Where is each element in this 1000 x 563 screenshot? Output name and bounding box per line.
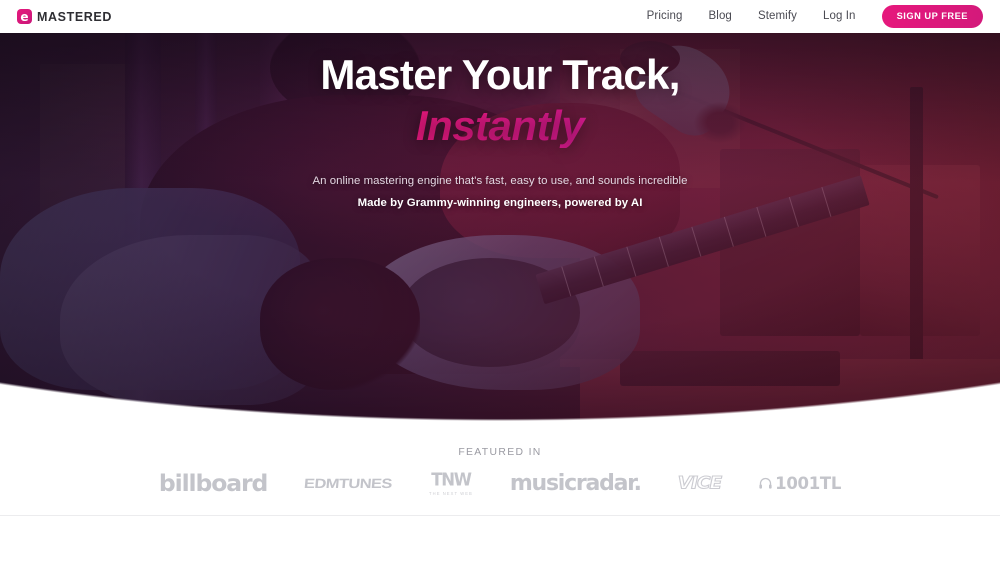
- press-logo-musicradar[interactable]: musicradar.: [510, 472, 642, 495]
- hero-section: Master Your Track, Instantly An online m…: [0, 33, 1000, 421]
- press-logo-billboard[interactable]: billboard: [159, 472, 268, 496]
- headphones-icon: [758, 476, 773, 491]
- press-logo-tnw-mark: TNW: [431, 469, 472, 490]
- nav-link-blog[interactable]: Blog: [709, 10, 732, 22]
- top-navigation-bar: e MASTERED Pricing Blog Stemify Log In S…: [0, 0, 1000, 33]
- nav-link-stemify[interactable]: Stemify: [758, 10, 797, 22]
- press-logo-edmtunes[interactable]: EDMTUNES: [304, 476, 393, 491]
- press-logo-1001tracklists-text: 1001TL: [775, 473, 842, 493]
- nav-link-pricing[interactable]: Pricing: [647, 10, 683, 22]
- press-logo-row: billboard EDMTUNES TNW THE NEXT WEB musi…: [0, 469, 1000, 496]
- press-logo-vice[interactable]: VICE: [677, 475, 723, 492]
- brand-name: MASTERED: [37, 9, 112, 24]
- sign-up-free-button[interactable]: SIGN UP FREE: [881, 4, 983, 29]
- page-below-fold: [0, 516, 1000, 563]
- brand-logo[interactable]: e MASTERED: [17, 9, 112, 24]
- emastered-logo-icon: e: [17, 9, 32, 24]
- nav-link-login[interactable]: Log In: [823, 10, 856, 22]
- press-logo-tnw[interactable]: TNW THE NEXT WEB: [429, 469, 473, 496]
- nav-links-group: Pricing Blog Stemify Log In SIGN UP FREE: [647, 4, 983, 29]
- press-logo-1001tracklists[interactable]: 1001TL: [758, 473, 842, 493]
- featured-in-section: FEATURED IN billboard EDMTUNES TNW THE N…: [0, 430, 1000, 515]
- featured-in-label: FEATURED IN: [458, 447, 542, 458]
- hero-background-photo: [0, 33, 1000, 421]
- press-logo-tnw-tagline: THE NEXT WEB: [429, 490, 473, 496]
